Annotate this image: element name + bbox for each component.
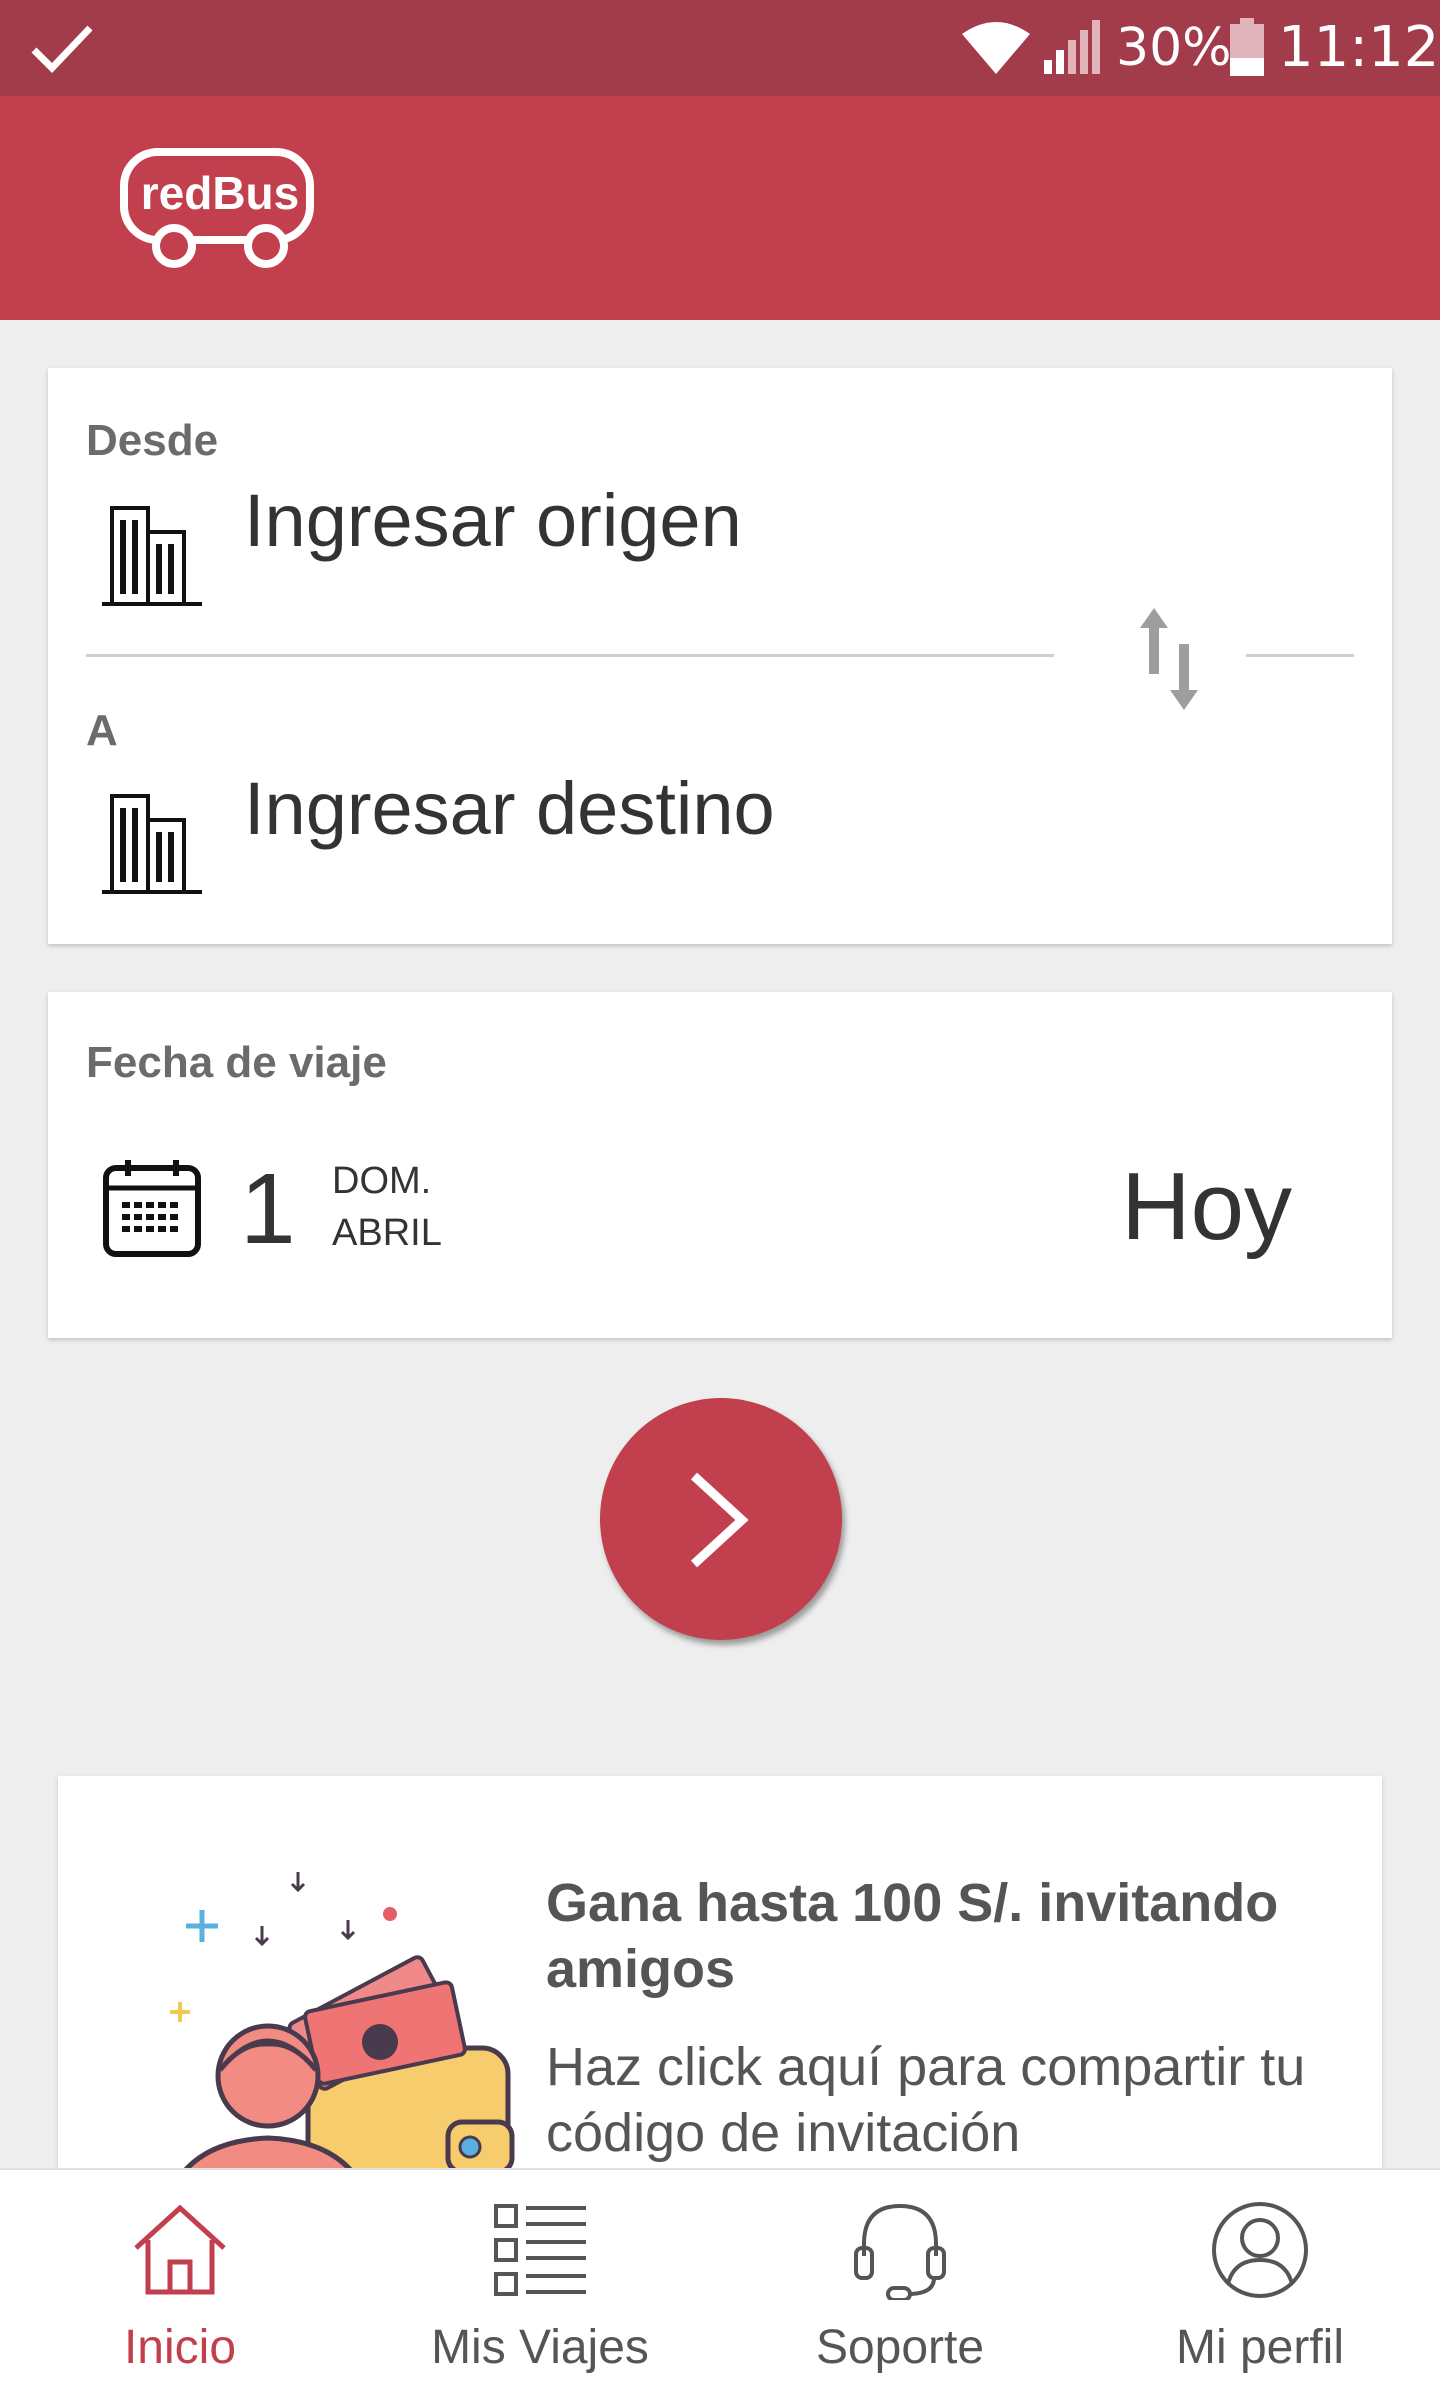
redbus-logo: redBus — [118, 142, 318, 272]
building-icon — [102, 506, 202, 606]
travel-date-label: Fecha de viaje — [86, 1038, 387, 1087]
today-button[interactable]: Hoy — [1121, 1152, 1292, 1262]
chevron-right-icon — [690, 1472, 749, 1568]
battery-percentage: 30% — [1116, 18, 1232, 78]
route-card: Desde Ingresar origen A Ingresar destino — [48, 368, 1392, 944]
signal-icon — [1044, 20, 1100, 74]
wifi-icon — [962, 22, 1030, 74]
home-icon — [134, 2204, 226, 2295]
origin-input[interactable]: Ingresar origen — [244, 478, 742, 563]
nav-label: Mis Viajes — [431, 2321, 649, 2374]
list-icon — [494, 2204, 586, 2296]
clock: 11:12 — [1278, 15, 1440, 80]
bottom-navigation: Inicio Mis Viajes Soporte Mi perfil — [0, 2168, 1440, 2392]
app-bar: redBus — [0, 96, 1440, 320]
status-bar: 30% 11:12 — [0, 0, 1440, 96]
to-label: A — [86, 706, 118, 755]
date-weekday: DOM. — [332, 1160, 432, 1202]
from-label: Desde — [86, 416, 219, 465]
nav-item-soporte[interactable]: Soporte — [720, 2170, 1080, 2392]
nav-label: Soporte — [815, 2321, 985, 2374]
date-card[interactable]: Fecha de viaje 1 DOM. ABRIL Hoy — [48, 992, 1392, 1338]
date-day-number: 1 — [240, 1153, 296, 1265]
promo-text: Haz click aquí para compartir tu código … — [546, 2037, 1306, 2163]
swap-divider — [1246, 654, 1354, 657]
logo-text: redBus — [140, 167, 300, 219]
origin-divider — [86, 654, 1054, 657]
nav-item-mi-perfil[interactable]: Mi perfil — [1080, 2170, 1440, 2392]
swap-icon[interactable] — [1134, 604, 1204, 714]
building-icon — [102, 794, 202, 894]
battery-icon — [1230, 18, 1264, 76]
nav-item-inicio[interactable]: Inicio — [0, 2170, 360, 2392]
calendar-icon — [103, 1160, 201, 1257]
nav-item-mis-viajes[interactable]: Mis Viajes — [360, 2170, 720, 2392]
profile-icon — [1212, 2202, 1308, 2298]
promo-title: Gana hasta 100 S/. invitando amigos — [546, 1873, 1279, 1999]
nav-label: Inicio — [123, 2321, 237, 2374]
headset-icon — [854, 2203, 946, 2300]
search-button[interactable] — [600, 1398, 842, 1640]
check-icon — [31, 25, 93, 74]
date-month: ABRIL — [332, 1212, 442, 1254]
destination-input[interactable]: Ingresar destino — [244, 766, 775, 851]
nav-label: Mi perfil — [1175, 2321, 1345, 2374]
